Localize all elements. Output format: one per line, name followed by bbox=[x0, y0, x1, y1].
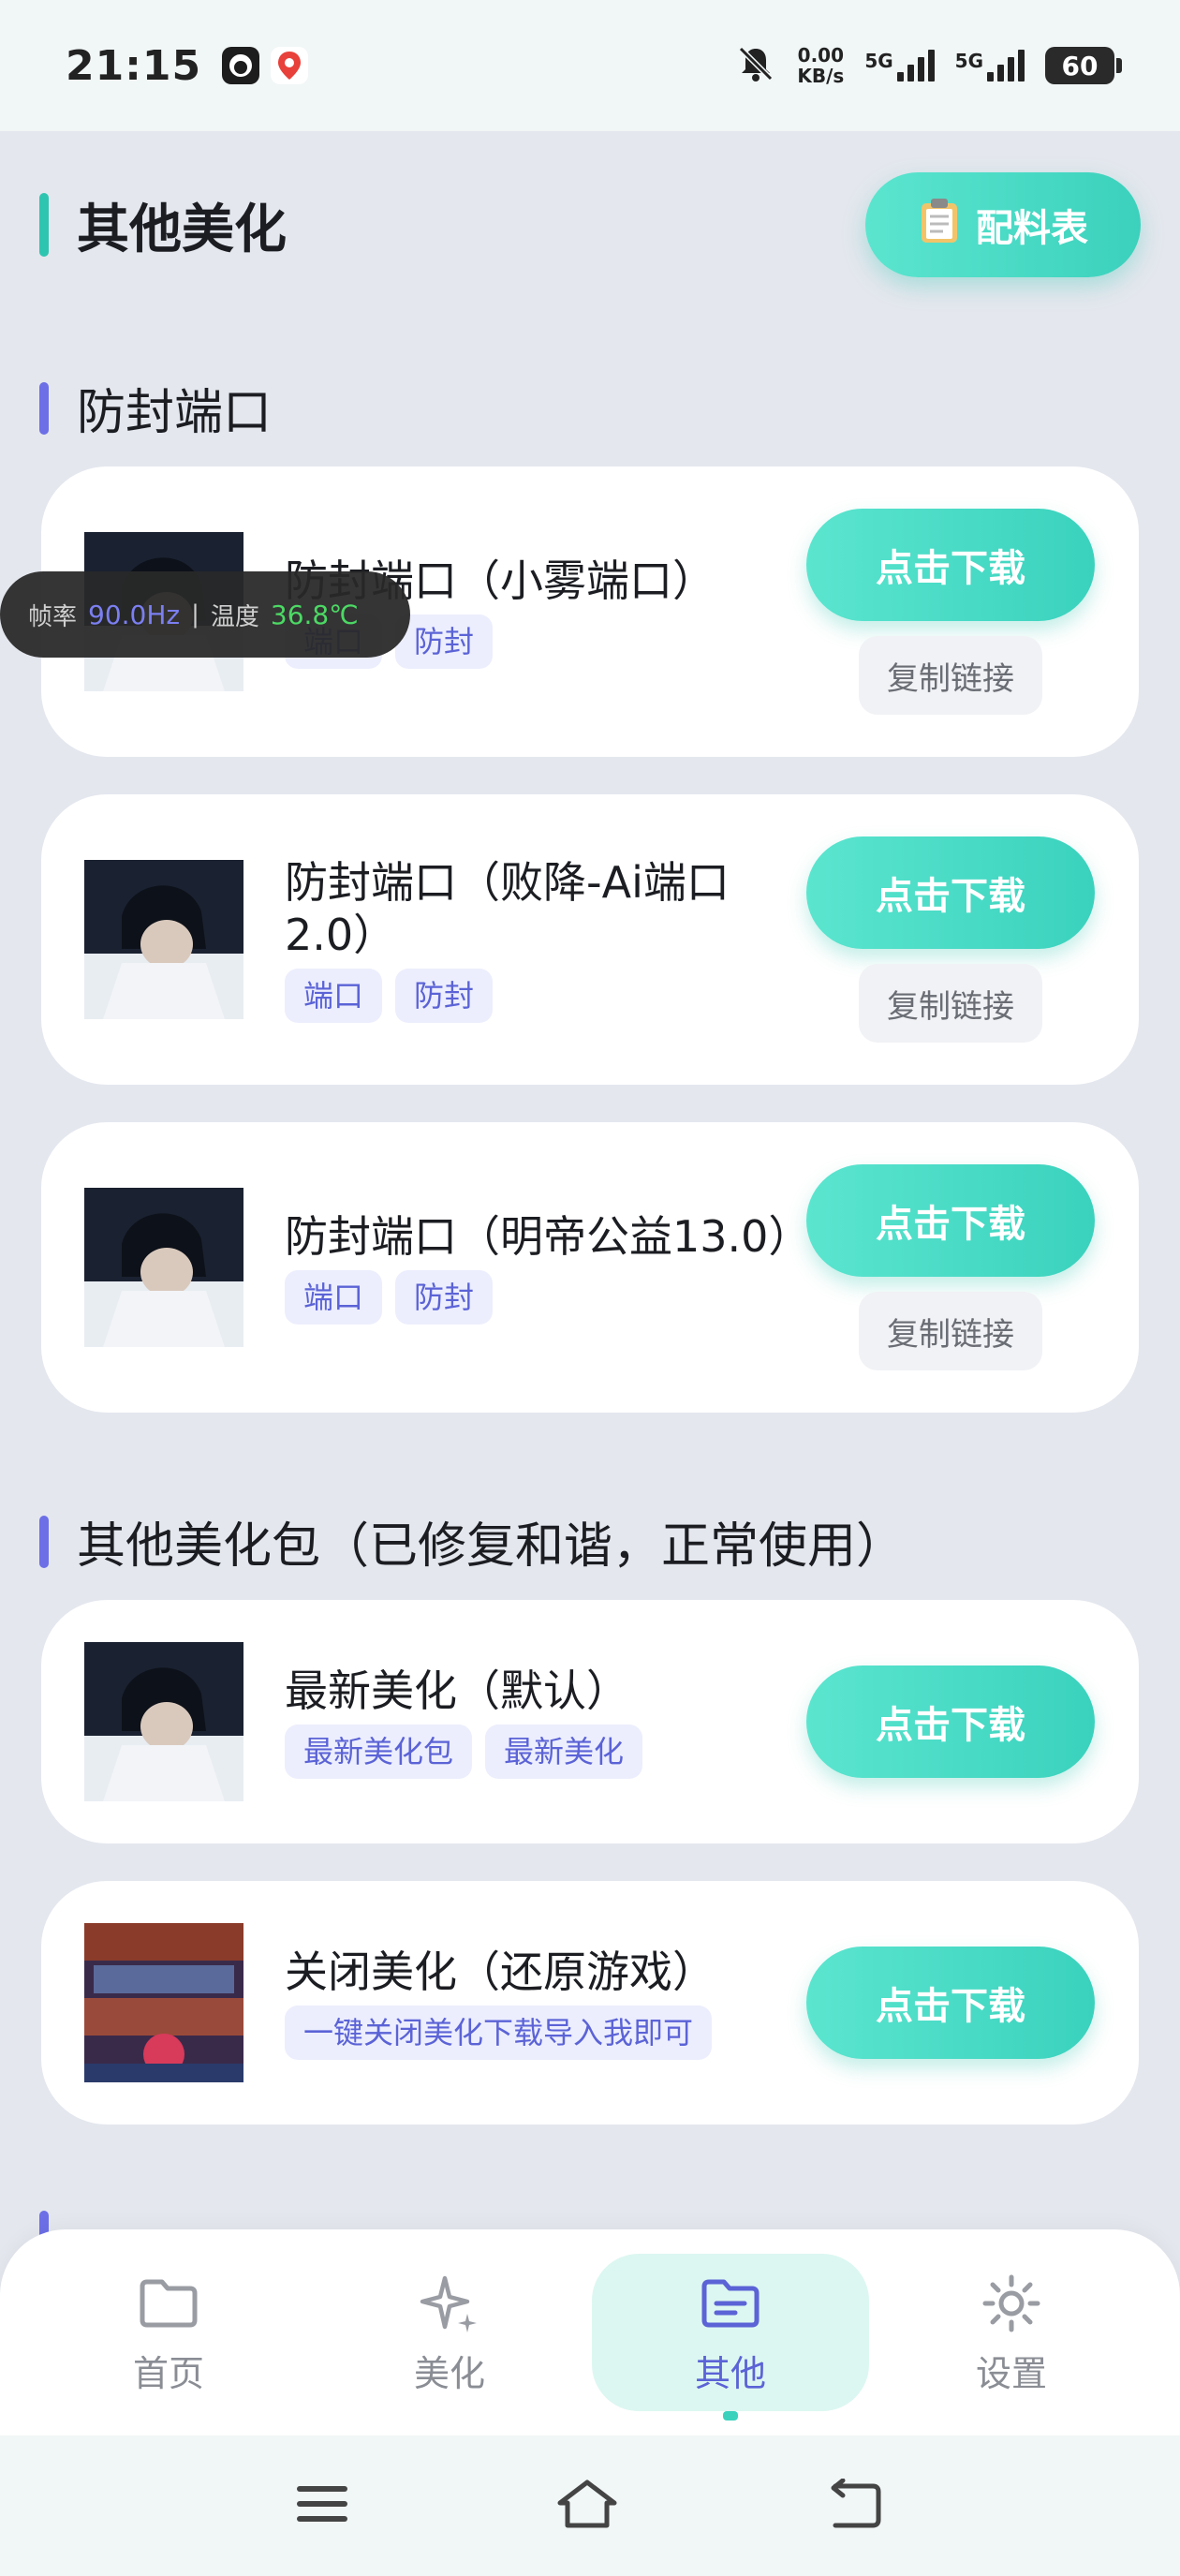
list-item: 防封端口（明帝公益13.0） 端口 防封 点击下载 复制链接 bbox=[41, 1122, 1139, 1413]
section-title: 其他美化包（已修复和谐，正常使用） bbox=[77, 1518, 906, 1575]
card-body: 关闭美化（还原游戏） 一键关闭美化下载导入我即可 bbox=[285, 1946, 796, 2060]
menu-icon[interactable] bbox=[296, 2483, 348, 2528]
recipe-button[interactable]: 配料表 bbox=[865, 172, 1141, 277]
sun-gear-icon bbox=[978, 2270, 1045, 2337]
network-speed-unit: KB/s bbox=[797, 65, 845, 87]
nav-label: 首页 bbox=[132, 2352, 204, 2394]
page-header: 其他美化 配料表 bbox=[39, 169, 1141, 281]
document-folder-icon bbox=[697, 2270, 764, 2337]
card-body: 防封端口（败降-Ai端口2.0） 端口 防封 bbox=[285, 856, 796, 1023]
tag: 防封 bbox=[395, 1270, 494, 1325]
thumbnail-image bbox=[84, 1923, 243, 2082]
item-title: 关闭美化（还原游戏） bbox=[285, 1947, 715, 1997]
signal-1-label: 5G bbox=[864, 50, 893, 72]
actions: 点击下载 bbox=[805, 1666, 1096, 1778]
download-button[interactable]: 点击下载 bbox=[806, 509, 1095, 621]
nav-beautify[interactable]: 美化 bbox=[311, 2254, 588, 2411]
signal-bars-icon bbox=[896, 50, 935, 81]
map-app-icon bbox=[271, 47, 309, 84]
fps-label: 帧率 bbox=[28, 602, 78, 631]
status-app-icons bbox=[222, 47, 309, 84]
tag: 防封 bbox=[395, 969, 494, 1023]
tag: 最新美化包 bbox=[285, 1725, 473, 1779]
actions: 点击下载 bbox=[805, 1947, 1096, 2059]
fps-value: 90.0Hz bbox=[88, 599, 181, 630]
copy-link-button[interactable]: 复制链接 bbox=[859, 964, 1042, 1043]
copy-link-button[interactable]: 复制链接 bbox=[859, 636, 1042, 715]
actions: 点击下载 复制链接 bbox=[805, 1164, 1096, 1370]
actions: 点击下载 复制链接 bbox=[805, 836, 1096, 1043]
clipboard-icon bbox=[918, 196, 961, 254]
temp-label: 温度 bbox=[210, 602, 259, 631]
recipe-button-label: 配料表 bbox=[976, 207, 1088, 250]
battery-level: 60 bbox=[1061, 50, 1099, 81]
title-accent-bar bbox=[39, 193, 49, 257]
download-button[interactable]: 点击下载 bbox=[806, 1947, 1095, 2059]
status-right: 0.00 KB/s 5G 5G 60 bbox=[735, 43, 1122, 88]
folder-icon bbox=[135, 2270, 202, 2337]
list-item: 防封端口（败降-Ai端口2.0） 端口 防封 点击下载 复制链接 bbox=[41, 794, 1139, 1085]
network-speed: 0.00 KB/s bbox=[797, 45, 844, 86]
nav-home[interactable]: 首页 bbox=[30, 2254, 307, 2411]
overlay-separator: | bbox=[191, 600, 199, 629]
system-nav-bar bbox=[0, 2435, 1180, 2576]
app-notification-icon bbox=[222, 47, 260, 84]
signal-2-label: 5G bbox=[954, 50, 983, 72]
copy-link-button[interactable]: 复制链接 bbox=[859, 1292, 1042, 1370]
download-button[interactable]: 点击下载 bbox=[806, 836, 1095, 949]
active-indicator bbox=[723, 2411, 738, 2421]
tag: 端口 bbox=[285, 1270, 383, 1325]
bottom-nav: 首页 美化 其他 设置 bbox=[0, 2229, 1180, 2435]
nav-settings[interactable]: 设置 bbox=[873, 2254, 1150, 2411]
list-item: 关闭美化（还原游戏） 一键关闭美化下载导入我即可 点击下载 bbox=[41, 1881, 1139, 2124]
card-body: 防封端口（明帝公益13.0） 端口 防封 bbox=[285, 1210, 812, 1325]
nav-label: 美化 bbox=[413, 2352, 485, 2394]
nav-label: 设置 bbox=[975, 2352, 1047, 2394]
mute-bell-icon bbox=[735, 43, 776, 88]
battery-icon: 60 bbox=[1045, 47, 1122, 84]
item-title: 防封端口（明帝公益13.0） bbox=[285, 1211, 812, 1262]
tag-list: 端口 防封 bbox=[285, 1270, 796, 1325]
tag: 防封 bbox=[395, 614, 494, 669]
thumbnail-image bbox=[84, 860, 243, 1019]
signal-1: 5G bbox=[864, 50, 935, 81]
status-time: 21:15 bbox=[66, 41, 202, 90]
signal-2: 5G bbox=[955, 50, 1025, 81]
thumbnail-image bbox=[84, 1188, 243, 1347]
back-icon[interactable] bbox=[826, 2478, 884, 2533]
tag-list: 端口 防封 bbox=[285, 969, 796, 1023]
actions: 点击下载 复制链接 bbox=[805, 509, 1096, 715]
home-icon[interactable] bbox=[554, 2479, 620, 2533]
list-item: 最新美化（默认） 最新美化包 最新美化 点击下载 bbox=[41, 1600, 1139, 1843]
card-body: 最新美化（默认） 最新美化包 最新美化 bbox=[285, 1665, 796, 1779]
temp-value: 36.8℃ bbox=[270, 599, 359, 630]
fps-overlay[interactable]: 帧率 90.0Hz | 温度 36.8℃ bbox=[0, 571, 410, 658]
nav-label: 其他 bbox=[694, 2352, 766, 2394]
page-title: 其他美化 bbox=[77, 199, 287, 260]
item-title: 最新美化（默认） bbox=[285, 1666, 629, 1716]
network-speed-value: 0.00 bbox=[797, 44, 845, 67]
tag: 一键关闭美化下载导入我即可 bbox=[285, 2006, 713, 2060]
item-title: 防封端口（败降-Ai端口2.0） bbox=[285, 857, 730, 960]
section-anti-ban-ports: 防封端口 bbox=[39, 373, 272, 443]
section-title: 防封端口 bbox=[77, 385, 273, 441]
section-other-packs: 其他美化包（已修复和谐，正常使用） bbox=[39, 1506, 905, 1577]
sparkle-icon bbox=[416, 2270, 483, 2337]
tag: 端口 bbox=[285, 969, 383, 1023]
nav-other[interactable]: 其他 bbox=[592, 2254, 869, 2421]
section-accent-bar bbox=[39, 381, 49, 435]
signal-bars-icon bbox=[987, 50, 1025, 81]
download-button[interactable]: 点击下载 bbox=[806, 1666, 1095, 1778]
download-button[interactable]: 点击下载 bbox=[806, 1164, 1095, 1277]
thumbnail-image bbox=[84, 1642, 243, 1801]
tag-list: 一键关闭美化下载导入我即可 bbox=[285, 2006, 796, 2060]
tag: 最新美化 bbox=[485, 1725, 643, 1779]
status-bar: 21:15 0.00 KB/s 5G 5G 60 bbox=[0, 0, 1180, 131]
section-accent-bar bbox=[39, 1515, 49, 1568]
tag-list: 最新美化包 最新美化 bbox=[285, 1725, 796, 1779]
